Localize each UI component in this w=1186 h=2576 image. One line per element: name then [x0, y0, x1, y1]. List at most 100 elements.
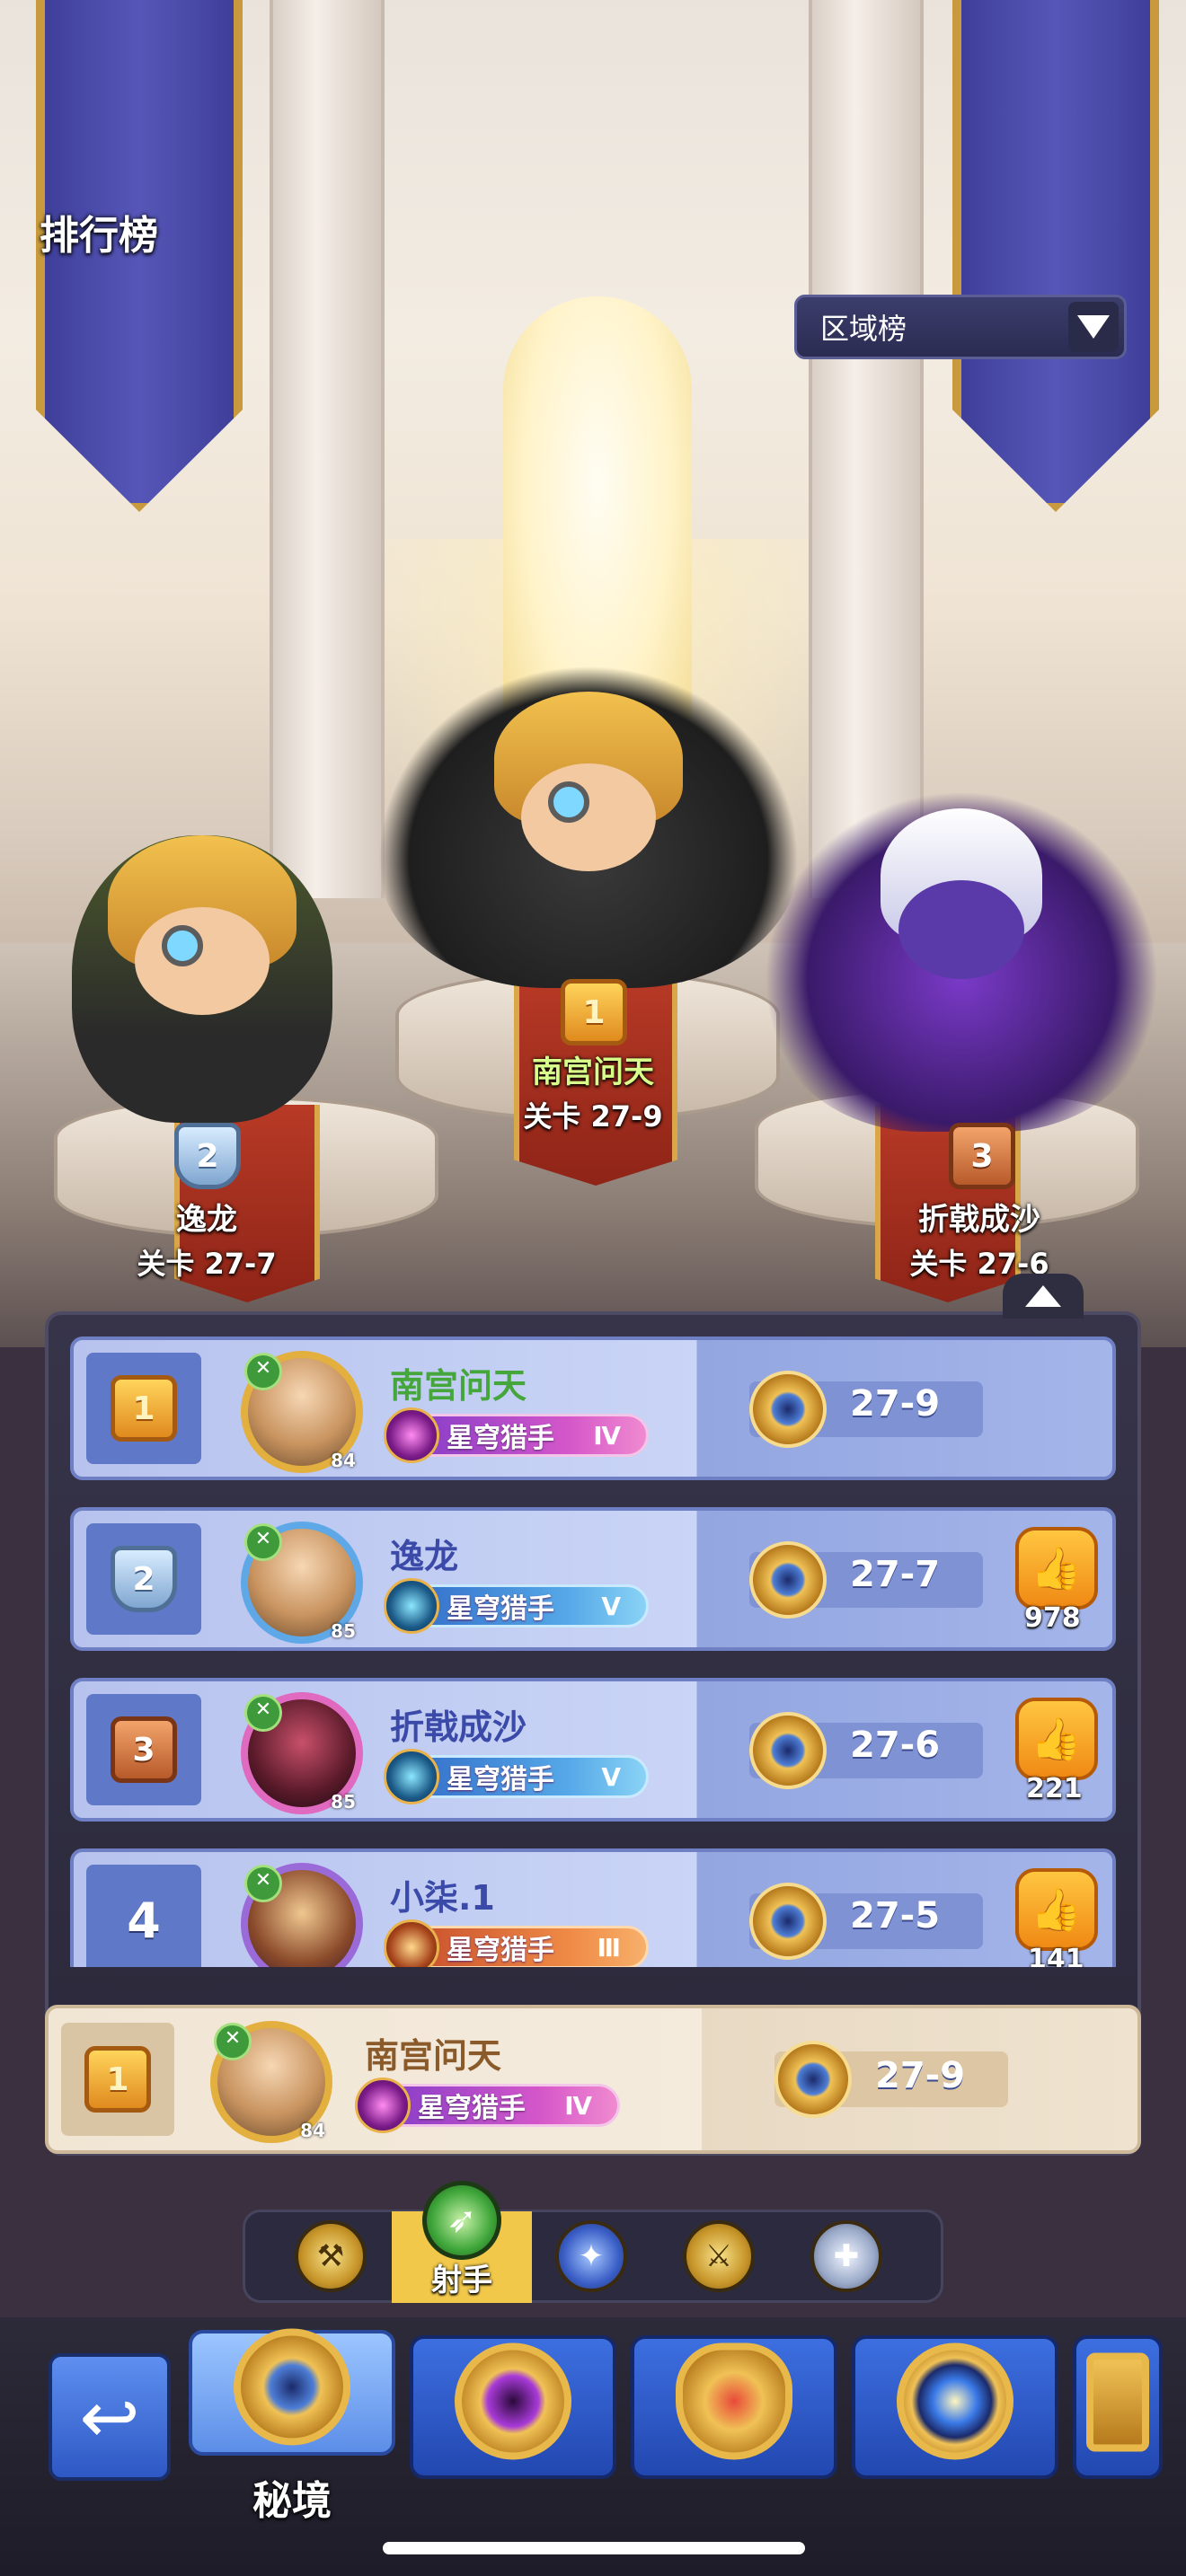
stage-value: 27-6: [850, 1725, 941, 1766]
hero-third[interactable]: [764, 790, 1159, 1132]
player-name: 南宫问天: [365, 2036, 502, 2076]
silver-medal-icon: 2: [111, 1546, 177, 1612]
avatar[interactable]: ✕: [241, 1863, 363, 1967]
avatar-level: 84: [331, 1450, 356, 1471]
ranking-row[interactable]: 2 ✕ 85 逸龙 星穹猎手 Ⅴ 27-7 👍 978: [70, 1507, 1116, 1651]
like-button[interactable]: 👍: [1015, 1527, 1098, 1610]
gold-medal-icon: 1: [111, 1375, 177, 1442]
rank-cell: 4: [86, 1865, 201, 1967]
title-text: 星穹猎手: [447, 1593, 554, 1625]
collapse-panel-button[interactable]: [1003, 1274, 1084, 1319]
title-emblem-icon: [384, 1578, 439, 1634]
class-tab-label: 射手: [431, 2263, 492, 2298]
podium-stage-1: 关卡 27-9: [523, 1099, 663, 1134]
title-text: 星穹猎手: [447, 1935, 554, 1966]
ranking-list[interactable]: 1 ✕ 84 南宫问天 星穹猎手 Ⅳ 27-9 2 ✕ 85 逸龙 星穹猎手 Ⅴ: [70, 1337, 1116, 1967]
rank-cell: 3: [86, 1694, 201, 1805]
class-tab-warrior[interactable]: ⚒: [295, 2220, 367, 2292]
avatar[interactable]: ✕ 85: [241, 1692, 363, 1814]
avatar[interactable]: ✕ 85: [241, 1522, 363, 1644]
title-text: 星穹猎手: [447, 1764, 554, 1795]
staff-icon: ✦: [578, 2238, 605, 2274]
bronze-medal-icon: 3: [111, 1716, 177, 1783]
chevron-down-icon: [1077, 315, 1110, 339]
class-archer-icon: ✕: [244, 1694, 282, 1732]
crown-emblem-icon: [676, 2342, 792, 2460]
stage-emblem-icon: [749, 1712, 827, 1789]
podium-rank-3: 3: [949, 1123, 1015, 1189]
page-title: 排行榜: [40, 213, 158, 259]
podium-stage-2: 关卡 27-7: [137, 1247, 277, 1281]
home-indicator[interactable]: [383, 2542, 805, 2554]
title-text: 星穹猎手: [447, 1423, 554, 1454]
right-banner: [952, 0, 1159, 512]
stage-value: 27-9: [875, 2055, 966, 2096]
avatar-level: 85: [331, 1791, 356, 1813]
return-arrow-icon: ↩: [79, 2375, 140, 2459]
stage-value: 27-5: [850, 1895, 941, 1936]
podium-rank-2: 2: [174, 1123, 241, 1189]
like-count: 141: [1028, 1944, 1084, 1967]
like-button[interactable]: 👍: [1015, 1698, 1098, 1780]
stage-emblem-icon: [774, 2041, 852, 2118]
thumbs-up-icon: 👍: [1031, 1715, 1083, 1763]
chevron-up-icon: [1025, 1285, 1061, 1307]
title-tier: Ⅲ: [597, 1932, 621, 1963]
class-tab-support[interactable]: ✚: [810, 2220, 882, 2292]
purple-gem-emblem-icon: [455, 2342, 571, 2460]
pillar: [270, 0, 385, 898]
class-archer-icon: ✕: [244, 1523, 282, 1561]
player-name: 小柒.1: [390, 1878, 495, 1918]
title-emblem-icon: [384, 1919, 439, 1967]
avatar[interactable]: ✕ 84: [210, 2021, 332, 2143]
dropdown-toggle[interactable]: [1068, 302, 1119, 352]
cross-shield-icon: ✚: [833, 2238, 860, 2274]
mode-tab-2[interactable]: [410, 2335, 616, 2479]
mode-tab-4[interactable]: [852, 2335, 1058, 2479]
avatar-level: 85: [331, 1620, 356, 1642]
star-emblem-icon: [897, 2342, 1013, 2460]
hero-first[interactable]: [377, 665, 800, 988]
podium-rank-1: 1: [561, 979, 627, 1045]
player-name: 折戟成沙: [390, 1707, 527, 1747]
hero-second[interactable]: [72, 835, 332, 1123]
stage-emblem-icon: [749, 1541, 827, 1619]
podium-stage-3: 关卡 27-6: [909, 1247, 1049, 1281]
like-count: 978: [1024, 1602, 1081, 1634]
mode-tab-label: 秘境: [252, 2478, 332, 2524]
title-badge: 星穹猎手 Ⅳ: [384, 1407, 649, 1463]
thumbs-up-icon: 👍: [1031, 1885, 1083, 1934]
mode-tab-5[interactable]: [1073, 2335, 1163, 2479]
my-ranking-row[interactable]: 1 ✕ 84 南宫问天 星穹猎手 Ⅳ 27-9: [45, 2005, 1141, 2154]
class-tab-mage[interactable]: ✦: [555, 2220, 627, 2292]
class-archer-icon: ✕: [214, 2023, 252, 2060]
like-button[interactable]: 👍: [1015, 1868, 1098, 1951]
title-badge: 星穹猎手 Ⅲ: [384, 1919, 649, 1967]
title-tier: Ⅳ: [593, 1420, 621, 1451]
mode-tab-secret-realm[interactable]: 秘境: [189, 2328, 395, 2524]
mode-tab-3[interactable]: [631, 2335, 837, 2479]
back-button[interactable]: ↩: [49, 2353, 171, 2481]
title-emblem-icon: [384, 1407, 439, 1463]
avatar[interactable]: ✕ 84: [241, 1351, 363, 1473]
rank-cell: 1: [86, 1353, 201, 1464]
axe-icon: ⚒: [316, 2238, 345, 2274]
class-tab-archer[interactable]: ➶ 射手: [392, 2181, 532, 2303]
ranking-row[interactable]: 3 ✕ 85 折戟成沙 星穹猎手 Ⅴ 27-6 👍 221: [70, 1678, 1116, 1822]
title-emblem-icon: [355, 2078, 411, 2133]
podium-name-3: 折戟成沙: [918, 1202, 1040, 1238]
player-name: 逸龙: [390, 1537, 459, 1576]
ranking-row[interactable]: 4 ✕ 小柒.1 星穹猎手 Ⅲ 27-5 👍 141: [70, 1848, 1116, 1967]
pillar: [809, 0, 924, 898]
region-dropdown[interactable]: 区域榜: [794, 295, 1127, 359]
title-badge: 星穹猎手 Ⅴ: [384, 1749, 649, 1804]
title-text: 星穹猎手: [418, 2093, 526, 2124]
title-tier: Ⅴ: [601, 1761, 621, 1792]
ranking-row[interactable]: 1 ✕ 84 南宫问天 星穹猎手 Ⅳ 27-9: [70, 1337, 1116, 1480]
stage-emblem-icon: [749, 1883, 827, 1960]
emblem-icon: [1086, 2352, 1149, 2452]
class-tab-assassin[interactable]: ⚔: [683, 2220, 755, 2292]
podium-name-1: 南宫问天: [532, 1054, 654, 1090]
class-archer-icon: ✕: [244, 1353, 282, 1390]
like-count: 221: [1026, 1773, 1083, 1804]
